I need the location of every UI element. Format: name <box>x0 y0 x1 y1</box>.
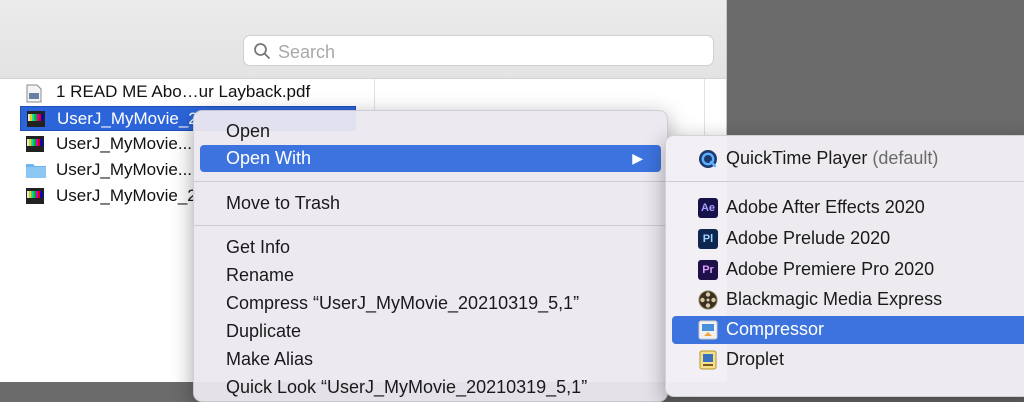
menu-item-rename[interactable]: Rename <box>200 262 661 289</box>
menu-item-move-to-trash[interactable]: Move to Trash <box>200 190 661 217</box>
menu-item-label: Open <box>226 121 271 141</box>
menu-item-label: Duplicate <box>226 321 302 341</box>
app-name: Adobe Prelude 2020 <box>726 228 891 248</box>
file-name: UserJ_MyMovie_2 <box>56 186 197 205</box>
app-name: Adobe Premiere Pro 2020 <box>726 259 935 279</box>
file-row[interactable]: 1 READ ME Abo…ur Layback.pdf <box>20 80 356 105</box>
search-icon <box>254 43 270 59</box>
quicktime-icon <box>699 150 717 168</box>
app-item-quicktime[interactable]: QuickTime Player (default) <box>672 145 1024 173</box>
pdf-document-icon <box>26 84 42 103</box>
app-name: Adobe After Effects 2020 <box>726 197 925 217</box>
finder-toolbar <box>0 0 726 79</box>
default-tag: (default) <box>872 148 939 168</box>
menu-item-make-alias[interactable]: Make Alias <box>200 346 661 373</box>
compressor-icon <box>698 320 718 340</box>
menu-item-label: Move to Trash <box>226 193 341 213</box>
submenu-arrow-icon: ▶ <box>632 150 643 166</box>
menu-item-label: Make Alias <box>226 349 314 369</box>
context-menu: Open Open With ▶ Move to Trash Get Info … <box>193 110 668 402</box>
menu-item-compress[interactable]: Compress “UserJ_MyMovie_20210319_5,1” <box>200 290 661 317</box>
menu-item-label: Get Info <box>226 237 291 257</box>
app-name: Droplet <box>726 349 785 369</box>
after-effects-icon: Ae <box>698 198 718 218</box>
app-name: Blackmagic Media Express <box>726 289 943 309</box>
menu-item-label: Open With <box>226 148 312 168</box>
app-item-premiere-pro[interactable]: Pr Adobe Premiere Pro 2020 <box>672 256 1024 284</box>
menu-item-open[interactable]: Open <box>200 118 661 145</box>
video-file-icon <box>26 188 44 204</box>
app-label: QuickTime Player (default) <box>726 148 938 169</box>
film-reel-icon <box>698 290 718 310</box>
droplet-icon <box>699 350 717 370</box>
open-with-submenu: QuickTime Player (default) Ae Adobe Afte… <box>665 135 1024 397</box>
file-name: 1 READ ME Abo…ur Layback.pdf <box>56 82 311 101</box>
menu-item-label: Quick Look “UserJ_MyMovie_20210319_5,1” <box>226 377 588 397</box>
file-name: UserJ_MyMovie... <box>56 160 193 179</box>
video-file-icon <box>27 111 45 127</box>
app-item-prelude[interactable]: Pl Adobe Prelude 2020 <box>672 225 1024 253</box>
menu-item-duplicate[interactable]: Duplicate <box>200 318 661 345</box>
video-file-icon <box>26 136 44 152</box>
app-item-blackmagic[interactable]: Blackmagic Media Express <box>672 286 1024 314</box>
menu-item-open-with[interactable]: Open With ▶ <box>200 145 661 172</box>
menu-separator <box>666 181 1024 182</box>
menu-item-label: Rename <box>226 265 295 285</box>
file-name: UserJ_MyMovie... <box>56 134 193 153</box>
menu-item-quick-look[interactable]: Quick Look “UserJ_MyMovie_20210319_5,1” <box>200 374 661 401</box>
prelude-icon: Pl <box>698 229 718 249</box>
search-input[interactable] <box>276 39 700 65</box>
search-field[interactable] <box>243 35 714 66</box>
app-item-after-effects[interactable]: Ae Adobe After Effects 2020 <box>672 194 1024 222</box>
app-name: QuickTime Player <box>726 148 868 168</box>
app-item-compressor[interactable]: Compressor <box>672 316 1024 344</box>
app-item-droplet[interactable]: Droplet <box>672 346 1024 374</box>
menu-item-get-info[interactable]: Get Info <box>200 234 661 261</box>
file-name: UserJ_MyMovie_2 <box>57 109 198 128</box>
menu-separator <box>194 181 667 182</box>
menu-separator <box>194 225 667 226</box>
folder-icon <box>26 164 46 178</box>
premiere-pro-icon: Pr <box>698 260 718 280</box>
app-name: Compressor <box>726 319 825 339</box>
menu-item-label: Compress “UserJ_MyMovie_20210319_5,1” <box>226 293 580 313</box>
